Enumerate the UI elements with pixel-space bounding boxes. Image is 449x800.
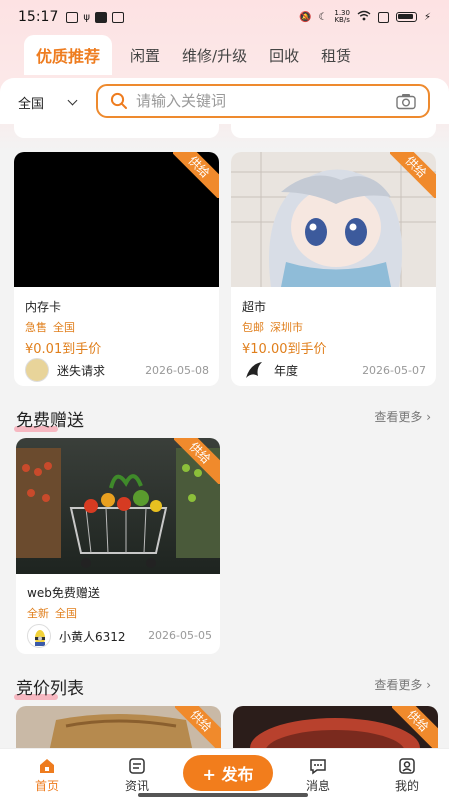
news-icon <box>129 758 145 774</box>
charging-icon: ⚡ <box>423 11 431 23</box>
avatar <box>27 624 51 648</box>
seller-info[interactable]: 年度 <box>242 358 298 382</box>
seller-name: 小黄人6312 <box>59 629 126 644</box>
post-date: 2026-05-08 <box>145 364 209 377</box>
post-date: 2026-05-05 <box>148 629 212 642</box>
tab-recommended[interactable]: 优质推荐 <box>24 35 113 75</box>
status-time: 15:17 <box>18 9 59 25</box>
seller-name: 年度 <box>274 363 299 378</box>
auction-see-more-link[interactable]: 查看更多 › <box>374 676 431 693</box>
tiktok-icon <box>94 11 107 23</box>
net-speed: 1.30 KB/s <box>334 9 350 24</box>
product-title: 超市 <box>242 300 267 314</box>
mute-icon: 🔕 <box>298 11 312 23</box>
previous-card-right[interactable] <box>231 124 436 138</box>
tab-idle[interactable]: 闲置 <box>130 37 160 74</box>
search-row: 全国 <box>0 78 449 124</box>
product-tags: 全新 全国 <box>27 607 77 620</box>
supply-ribbon: 供给 <box>392 706 438 748</box>
search-icon <box>110 92 127 109</box>
avatar <box>242 358 266 382</box>
seller-info[interactable]: 迷失请求 <box>25 358 105 382</box>
nav-home[interactable]: 首页 <box>17 757 77 794</box>
sim-icon <box>377 11 389 23</box>
supply-ribbon: 供给 <box>173 152 219 198</box>
tab-recycle[interactable]: 回收 <box>269 37 299 74</box>
free-section-title: 免费赠送 <box>14 411 84 432</box>
category-tabs: 优质推荐 闲置 维修/升级 回收 租赁 <box>24 35 373 75</box>
feed-content[interactable]: 供给 内存卡 急售 全国 ¥0.01到手价 迷失请求 2026-05-08 供给… <box>0 124 449 748</box>
previous-card-left[interactable] <box>14 124 219 138</box>
auction-section-title: 竞价列表 <box>14 679 84 700</box>
camera-icon[interactable] <box>396 93 416 110</box>
free-see-more-link[interactable]: 查看更多 › <box>374 408 431 425</box>
gesture-home-bar <box>138 793 308 797</box>
publish-button[interactable]: + 发布 <box>183 755 273 791</box>
wifi-icon <box>357 10 371 24</box>
tab-rent[interactable]: 租赁 <box>321 37 351 74</box>
profile-icon <box>399 758 415 774</box>
nav-news[interactable]: 资讯 <box>107 757 167 794</box>
mail-icon <box>66 11 79 23</box>
supply-ribbon: 供给 <box>390 152 436 198</box>
product-tags: 急售 全国 <box>25 321 75 334</box>
battery-icon <box>395 12 417 22</box>
home-icon <box>40 759 54 773</box>
chevron-down-icon <box>67 95 78 106</box>
supply-ribbon: 供给 <box>175 706 221 748</box>
product-card[interactable]: 供给 超市 包邮 深圳市 ¥10.00到手价 年度 2026-05-07 <box>231 152 436 386</box>
nav-mine[interactable]: 我的 <box>377 757 437 794</box>
region-selector[interactable]: 全国 <box>18 93 78 112</box>
moon-icon: ☾ <box>318 11 328 23</box>
seller-info[interactable]: 小黄人6312 <box>27 624 126 648</box>
region-label: 全国 <box>18 97 45 112</box>
post-date: 2026-05-07 <box>362 364 426 377</box>
free-item-card[interactable]: 供给 web免费赠送 全新 全国 小黄人6312 2026-05-05 <box>16 438 220 654</box>
avatar <box>25 358 49 382</box>
auction-item-card[interactable]: 供给 <box>233 706 438 748</box>
auction-item-card[interactable]: 供给 <box>16 706 221 748</box>
search-input[interactable] <box>136 92 396 110</box>
usb-icon: ψ <box>83 11 90 23</box>
search-box[interactable] <box>96 84 430 118</box>
status-bar: 15:17 ψ 🔕 ☾ 1.30 KB/s ⚡ <box>0 0 449 34</box>
message-icon <box>310 759 326 775</box>
tab-repair-upgrade[interactable]: 维修/升级 <box>182 37 247 74</box>
product-price: ¥10.00到手价 <box>242 342 327 357</box>
supply-ribbon: 供给 <box>174 438 220 484</box>
product-title: web免费赠送 <box>27 586 100 600</box>
seller-name: 迷失请求 <box>57 363 106 378</box>
product-title: 内存卡 <box>25 300 62 314</box>
nav-messages[interactable]: 消息 <box>288 757 348 794</box>
product-price: ¥0.01到手价 <box>25 342 102 357</box>
app-notification-icon <box>111 11 124 23</box>
product-tags: 包邮 深圳市 <box>242 321 303 334</box>
product-card[interactable]: 供给 内存卡 急售 全国 ¥0.01到手价 迷失请求 2026-05-08 <box>14 152 219 386</box>
